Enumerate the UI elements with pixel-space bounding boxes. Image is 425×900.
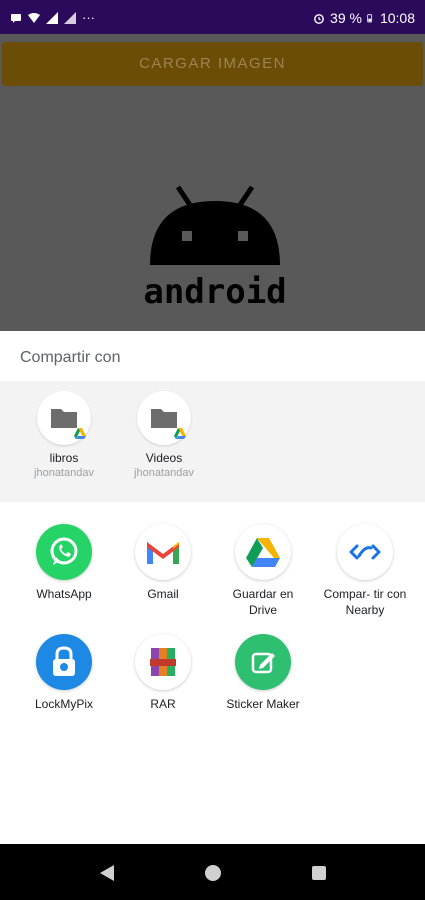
clock: 10:08 bbox=[379, 10, 415, 26]
app-label: RAR bbox=[150, 697, 176, 711]
folder-avatar bbox=[37, 391, 91, 445]
message-icon bbox=[11, 13, 21, 23]
app-whatsapp[interactable]: WhatsApp bbox=[14, 524, 114, 602]
app-nearby-share[interactable]: Compar- tir con Nearby bbox=[312, 524, 418, 618]
drive-badge-icon bbox=[174, 428, 186, 439]
app-label: Compar- tir con Nearby bbox=[323, 587, 407, 617]
direct-target-account: jhonatandav bbox=[134, 467, 194, 479]
signal-icon bbox=[46, 11, 58, 24]
sticker-maker-icon bbox=[235, 634, 291, 690]
load-image-button[interactable]: CARGAR IMAGEN bbox=[2, 42, 423, 86]
wifi-icon bbox=[28, 12, 40, 23]
app-content: CARGAR IMAGEN android bbox=[0, 34, 425, 331]
direct-target-libros[interactable]: libros jhonatandav bbox=[18, 391, 110, 479]
drive-badge-icon bbox=[74, 428, 86, 439]
battery-percent: 39 % bbox=[330, 10, 362, 26]
direct-target-label: Videos bbox=[145, 451, 183, 465]
home-icon[interactable] bbox=[202, 862, 224, 884]
app-rar[interactable]: RAR bbox=[113, 634, 213, 712]
lock-icon bbox=[36, 634, 92, 690]
rar-icon bbox=[135, 634, 191, 690]
battery-icon bbox=[367, 14, 373, 23]
recents-icon[interactable] bbox=[308, 862, 330, 884]
direct-target-videos[interactable]: Videos jhonatandav bbox=[118, 391, 210, 479]
app-label: Sticker Maker bbox=[226, 697, 300, 711]
android-logo-image: android bbox=[143, 185, 287, 309]
nearby-share-icon bbox=[337, 524, 393, 580]
app-label: WhatsApp bbox=[36, 587, 92, 601]
app-label: Gmail bbox=[147, 587, 179, 601]
gmail-icon bbox=[135, 524, 191, 580]
overflow-indicator: ··· bbox=[82, 10, 95, 25]
android-wordmark: android bbox=[143, 272, 286, 309]
app-lockmypix[interactable]: LockMyPix bbox=[14, 634, 114, 712]
signal-2-icon bbox=[64, 11, 76, 24]
drive-icon bbox=[235, 524, 291, 580]
app-label: LockMyPix bbox=[34, 697, 93, 711]
folder-avatar bbox=[137, 391, 191, 445]
whatsapp-icon bbox=[36, 524, 92, 580]
app-sticker-maker[interactable]: Sticker Maker bbox=[213, 634, 313, 712]
back-icon[interactable] bbox=[96, 862, 118, 884]
alarm-icon bbox=[314, 14, 324, 24]
direct-share-row: libros jhonatandav Videos jhonatandav bbox=[0, 381, 425, 502]
direct-target-label: libros bbox=[49, 451, 79, 465]
status-bar: ··· 39 % 10:08 bbox=[0, 0, 425, 34]
navigation-bar bbox=[0, 844, 425, 900]
share-sheet: Compartir con libros jhonatandav Videos … bbox=[0, 331, 425, 844]
app-label: Guardar en Drive bbox=[232, 587, 294, 617]
share-sheet-title: Compartir con bbox=[20, 349, 121, 366]
direct-target-account: jhonatandav bbox=[34, 467, 94, 479]
app-gmail[interactable]: Gmail bbox=[113, 524, 213, 602]
app-drive[interactable]: Guardar en Drive bbox=[213, 524, 313, 618]
